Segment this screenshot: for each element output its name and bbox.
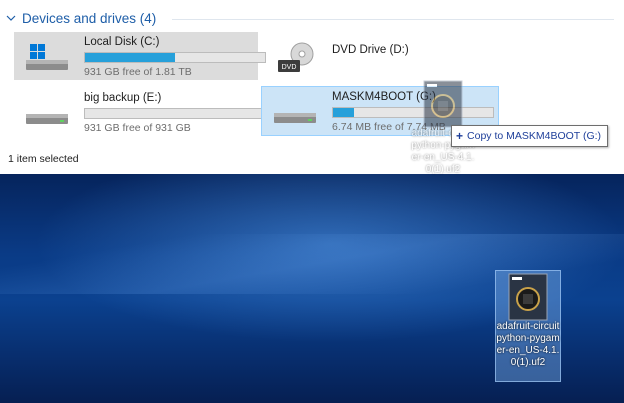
drive-free-space: 931 GB free of 931 GB [84,122,191,134]
uf2-file-icon [508,273,548,321]
drive-tile-d[interactable]: DVD DVD Drive (D:) [262,32,506,80]
dvd-drive-icon: DVD [278,42,314,72]
drive-name: big backup (E:) [84,92,162,104]
explorer-window: Devices and drives (4) Local Disk (C:) 9… [0,0,624,174]
group-title: Devices and drives (4) [22,10,157,26]
drive-name: Local Disk (C:) [84,36,160,48]
group-divider [172,19,614,20]
drive-name: DVD Drive (D:) [332,44,409,56]
desktop-file-icon[interactable]: adafruit-circuitpython-pygamer-en_US-4.1… [495,270,561,382]
svg-text:DVD: DVD [282,64,297,71]
windows-drive-icon [26,44,68,70]
copy-to-tooltip: + Copy to MASKM4BOOT (G:) [451,125,609,147]
removable-drive-icon [274,113,316,123]
drive-usage-bar [84,52,266,63]
plus-icon: + [456,129,464,143]
devices-group-header[interactable]: Devices and drives (4) [6,9,156,27]
copy-to-text: Copy to MASKM4BOOT (G:) [467,130,602,142]
drive-tile-e[interactable]: big backup (E:) 931 GB free of 931 GB [14,88,266,136]
drive-usage-bar [84,108,266,119]
uf2-file-icon [423,80,463,128]
chevron-down-icon [6,15,16,21]
status-bar-selection: 1 item selected [8,153,79,165]
drive-free-space: 931 GB free of 1.81 TB [84,66,192,78]
desktop-file-label: adafruit-circuitpython-pygamer-en_US-4.1… [496,321,560,368]
hard-drive-icon [26,114,68,124]
drive-tile-c[interactable]: Local Disk (C:) 931 GB free of 1.81 TB [14,32,266,80]
